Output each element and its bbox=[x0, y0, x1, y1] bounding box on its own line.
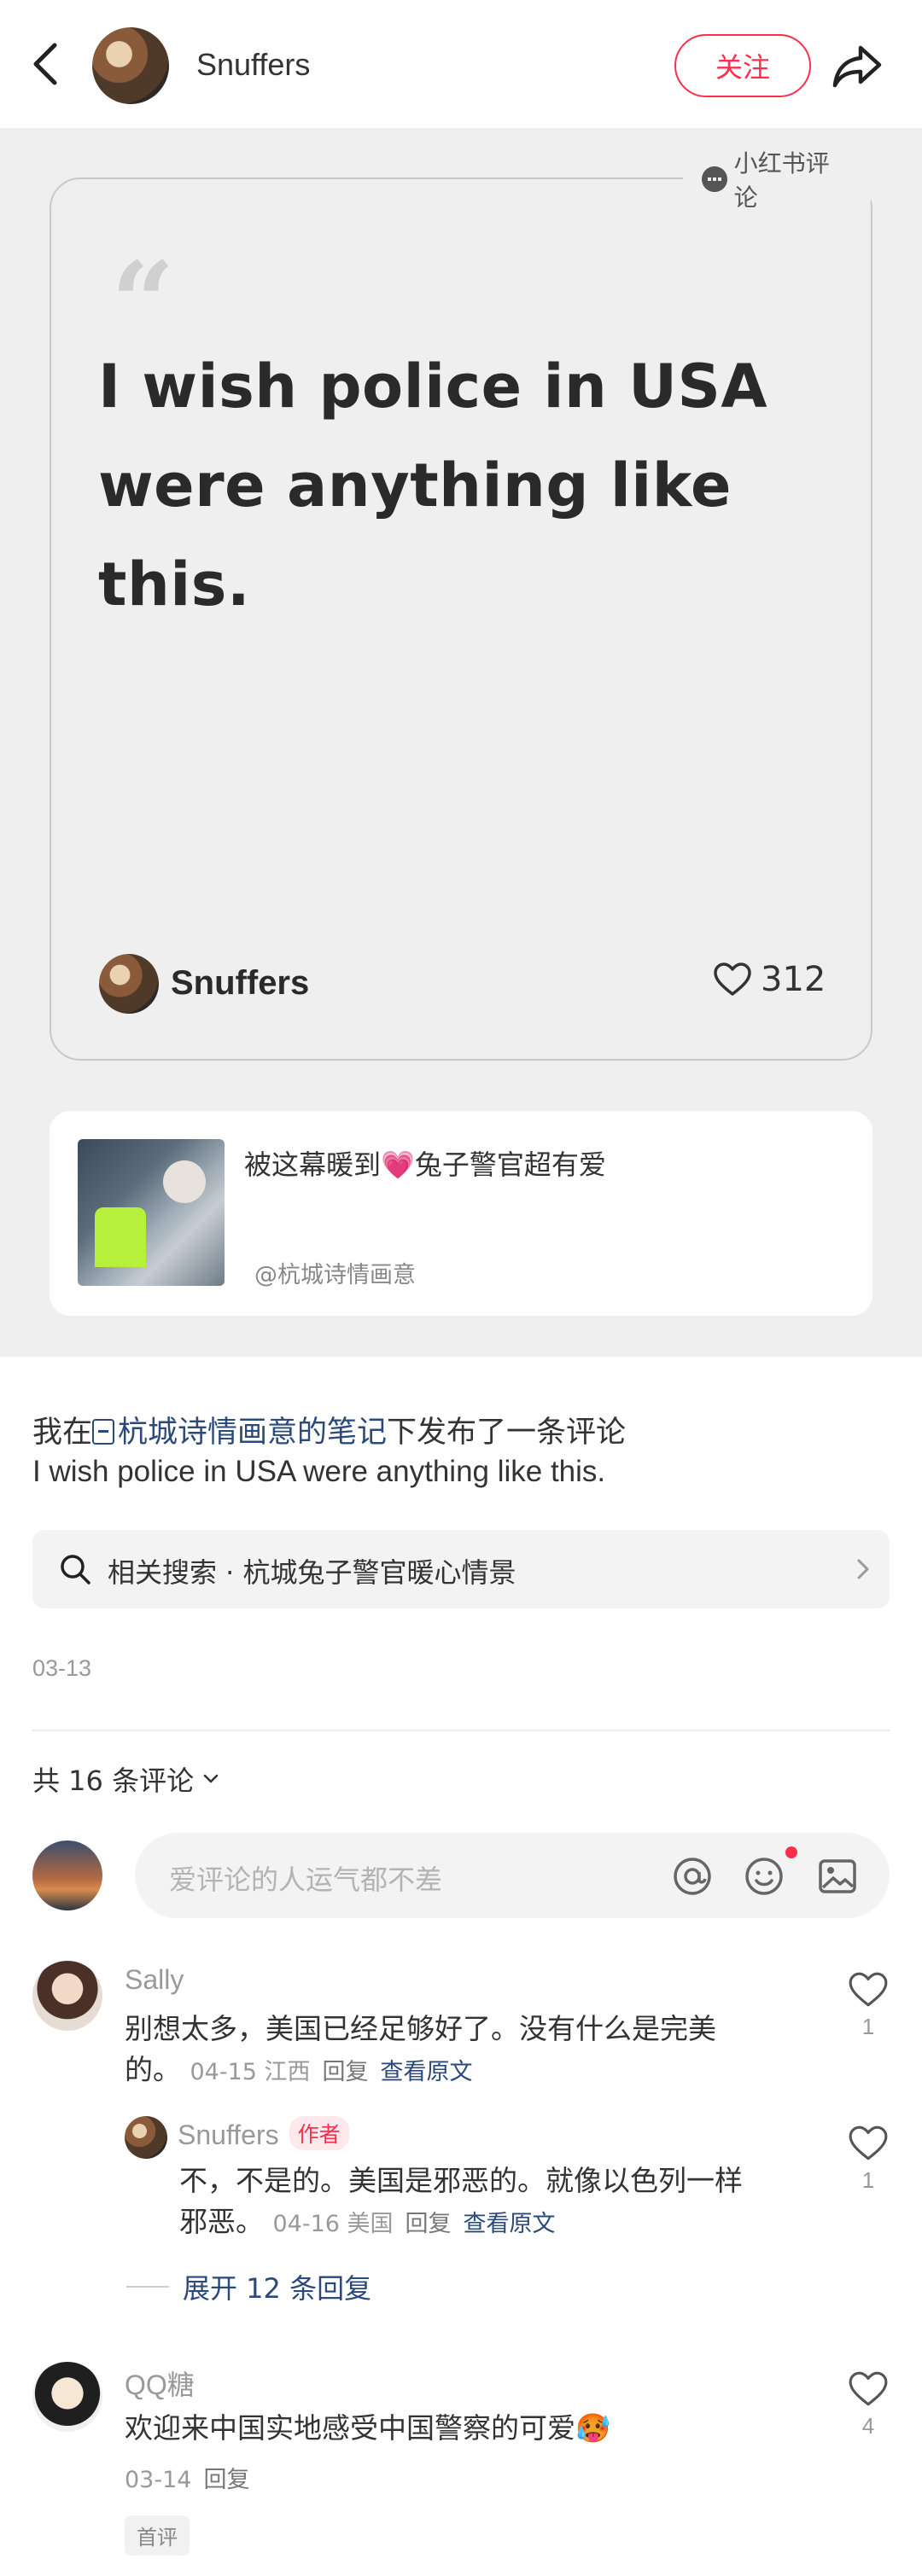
my-avatar bbox=[32, 1840, 102, 1910]
expand-replies-label: 展开 12 条回复 bbox=[183, 2272, 372, 2305]
post-headline: 我在 杭城诗情画意的笔记下发布了一条评论 bbox=[32, 1408, 626, 1451]
comment-count-sort[interactable]: 共 16 条评论 bbox=[32, 1759, 221, 1799]
divider bbox=[32, 1730, 890, 1731]
mention-icon[interactable] bbox=[671, 1855, 714, 1898]
comment-like[interactable]: 4 bbox=[843, 2370, 894, 2439]
comment-input-placeholder: 爱评论的人运气都不差 bbox=[169, 1864, 443, 1896]
post-prefix: 我在 bbox=[32, 1416, 93, 1450]
first-comment-tag: 首评 bbox=[125, 2515, 190, 2556]
comment-like[interactable]: 1 bbox=[843, 1971, 894, 2040]
chevron-right-icon bbox=[857, 1559, 869, 1579]
xhs-comment-badge: 小红书评论 bbox=[683, 149, 871, 212]
badge-label: 小红书评论 bbox=[733, 149, 830, 212]
comment-meta: 04-15 江西 bbox=[190, 2059, 311, 2085]
emoji-icon[interactable] bbox=[743, 1855, 785, 1898]
like-count: 1 bbox=[861, 2167, 875, 2193]
expand-replies-button[interactable]: 展开 12 条回复 bbox=[126, 2267, 371, 2306]
heart-icon bbox=[849, 2125, 888, 2160]
comment-bubble-icon bbox=[702, 166, 727, 192]
author-name[interactable]: Snuffers bbox=[196, 47, 310, 83]
card-like[interactable]: 312 bbox=[713, 960, 826, 999]
commenter-name[interactable]: Sally bbox=[125, 1964, 184, 1996]
note-icon bbox=[92, 1419, 115, 1445]
reply-author-avatar[interactable] bbox=[125, 2116, 167, 2159]
comment-line: 不，不是的。美国是邪恶的。就像以色列一样 bbox=[179, 2164, 743, 2197]
reply-button[interactable]: 回复 bbox=[406, 2211, 452, 2237]
heart-icon bbox=[849, 1972, 888, 2007]
comment-count: 共 16 条评论 bbox=[32, 1765, 195, 1797]
notification-dot bbox=[785, 1846, 797, 1858]
author-avatar[interactable] bbox=[92, 27, 169, 104]
chevron-down-icon bbox=[203, 1774, 219, 1783]
post-suffix: 下发布了一条评论 bbox=[387, 1416, 627, 1450]
image-icon[interactable] bbox=[816, 1855, 859, 1898]
reply-text[interactable]: 不，不是的。美国是邪恶的。就像以色列一样 邪恶。 04-16 美国 回复 查看原文 bbox=[179, 2160, 811, 2245]
author-tag: 作者 bbox=[289, 2116, 349, 2150]
view-original-link[interactable]: 查看原文 bbox=[381, 2059, 473, 2085]
comment-meta: 03-14 bbox=[125, 2467, 192, 2493]
comment-line: 邪恶。 bbox=[179, 2205, 264, 2238]
note-author: @杭城诗情画意 bbox=[254, 1262, 416, 1288]
commenter-avatar[interactable] bbox=[32, 1961, 102, 2031]
related-search-text: 相关搜索 · 杭城兔子警官暖心情景 bbox=[108, 1556, 516, 1589]
commenter-avatar[interactable] bbox=[32, 2362, 102, 2432]
hero-section: 小红书评论 “ I wish police in USA were anythi… bbox=[0, 128, 922, 1357]
expand-line bbox=[126, 2286, 169, 2288]
reply-button[interactable]: 回复 bbox=[203, 2467, 249, 2493]
comment-input[interactable]: 爱评论的人运气都不差 bbox=[135, 1833, 890, 1918]
post-body: I wish police in USA were anything like … bbox=[32, 1455, 606, 1488]
comment-line: 别想太多，美国已经足够好了。没有什么是完美 bbox=[125, 2012, 716, 2045]
reply-author-label: Snuffers bbox=[178, 2120, 279, 2150]
post-date: 03-13 bbox=[32, 1655, 92, 1681]
like-count: 4 bbox=[861, 2413, 875, 2439]
reply-like[interactable]: 1 bbox=[843, 2125, 894, 2194]
reply-author-name[interactable]: Snuffers 作者 bbox=[178, 2116, 349, 2151]
card-like-count: 312 bbox=[761, 960, 826, 999]
comment-meta: 04-16 美国 bbox=[272, 2211, 394, 2237]
share-icon[interactable] bbox=[828, 36, 888, 96]
view-original-link[interactable]: 查看原文 bbox=[464, 2211, 556, 2237]
comment-meta-row: 03-14 回复 bbox=[125, 2461, 249, 2494]
related-search[interactable]: 相关搜索 · 杭城兔子警官暖心情景 bbox=[32, 1530, 890, 1608]
note-link[interactable]: 杭城诗情画意的笔记 bbox=[92, 1416, 387, 1450]
note-title: 被这幕暖到💗兔子警官超有爱 bbox=[244, 1148, 606, 1181]
top-bar: Snuffers 关注 bbox=[0, 0, 922, 128]
card-author-name: Snuffers bbox=[171, 964, 310, 1002]
heart-icon bbox=[849, 2371, 888, 2406]
comment-text[interactable]: 欢迎来中国实地感受中国警察的可爱🥵 bbox=[125, 2408, 791, 2449]
quote-card[interactable]: 小红书评论 “ I wish police in USA were anythi… bbox=[50, 149, 872, 1061]
linked-note-card[interactable]: 被这幕暖到💗兔子警官超有爱 @杭城诗情画意 bbox=[50, 1111, 872, 1316]
follow-button[interactable]: 关注 bbox=[674, 34, 811, 97]
reply-button[interactable]: 回复 bbox=[323, 2059, 369, 2085]
note-link-label: 杭城诗情画意的笔记 bbox=[118, 1416, 388, 1450]
search-icon bbox=[61, 1555, 90, 1585]
comment-line: 的。 bbox=[125, 2053, 181, 2086]
quote-text: I wish police in USA were anything like … bbox=[98, 352, 768, 619]
card-author-avatar bbox=[99, 954, 159, 1014]
like-count: 1 bbox=[861, 2014, 875, 2039]
note-thumbnail bbox=[78, 1139, 225, 1286]
back-arrow-icon[interactable] bbox=[26, 38, 68, 90]
commenter-name[interactable]: QQ糖 bbox=[125, 2364, 195, 2403]
comment-text[interactable]: 别想太多，美国已经足够好了。没有什么是完美 的。 04-15 江西 回复 查看原文 bbox=[125, 2009, 791, 2093]
heart-icon bbox=[714, 962, 751, 996]
